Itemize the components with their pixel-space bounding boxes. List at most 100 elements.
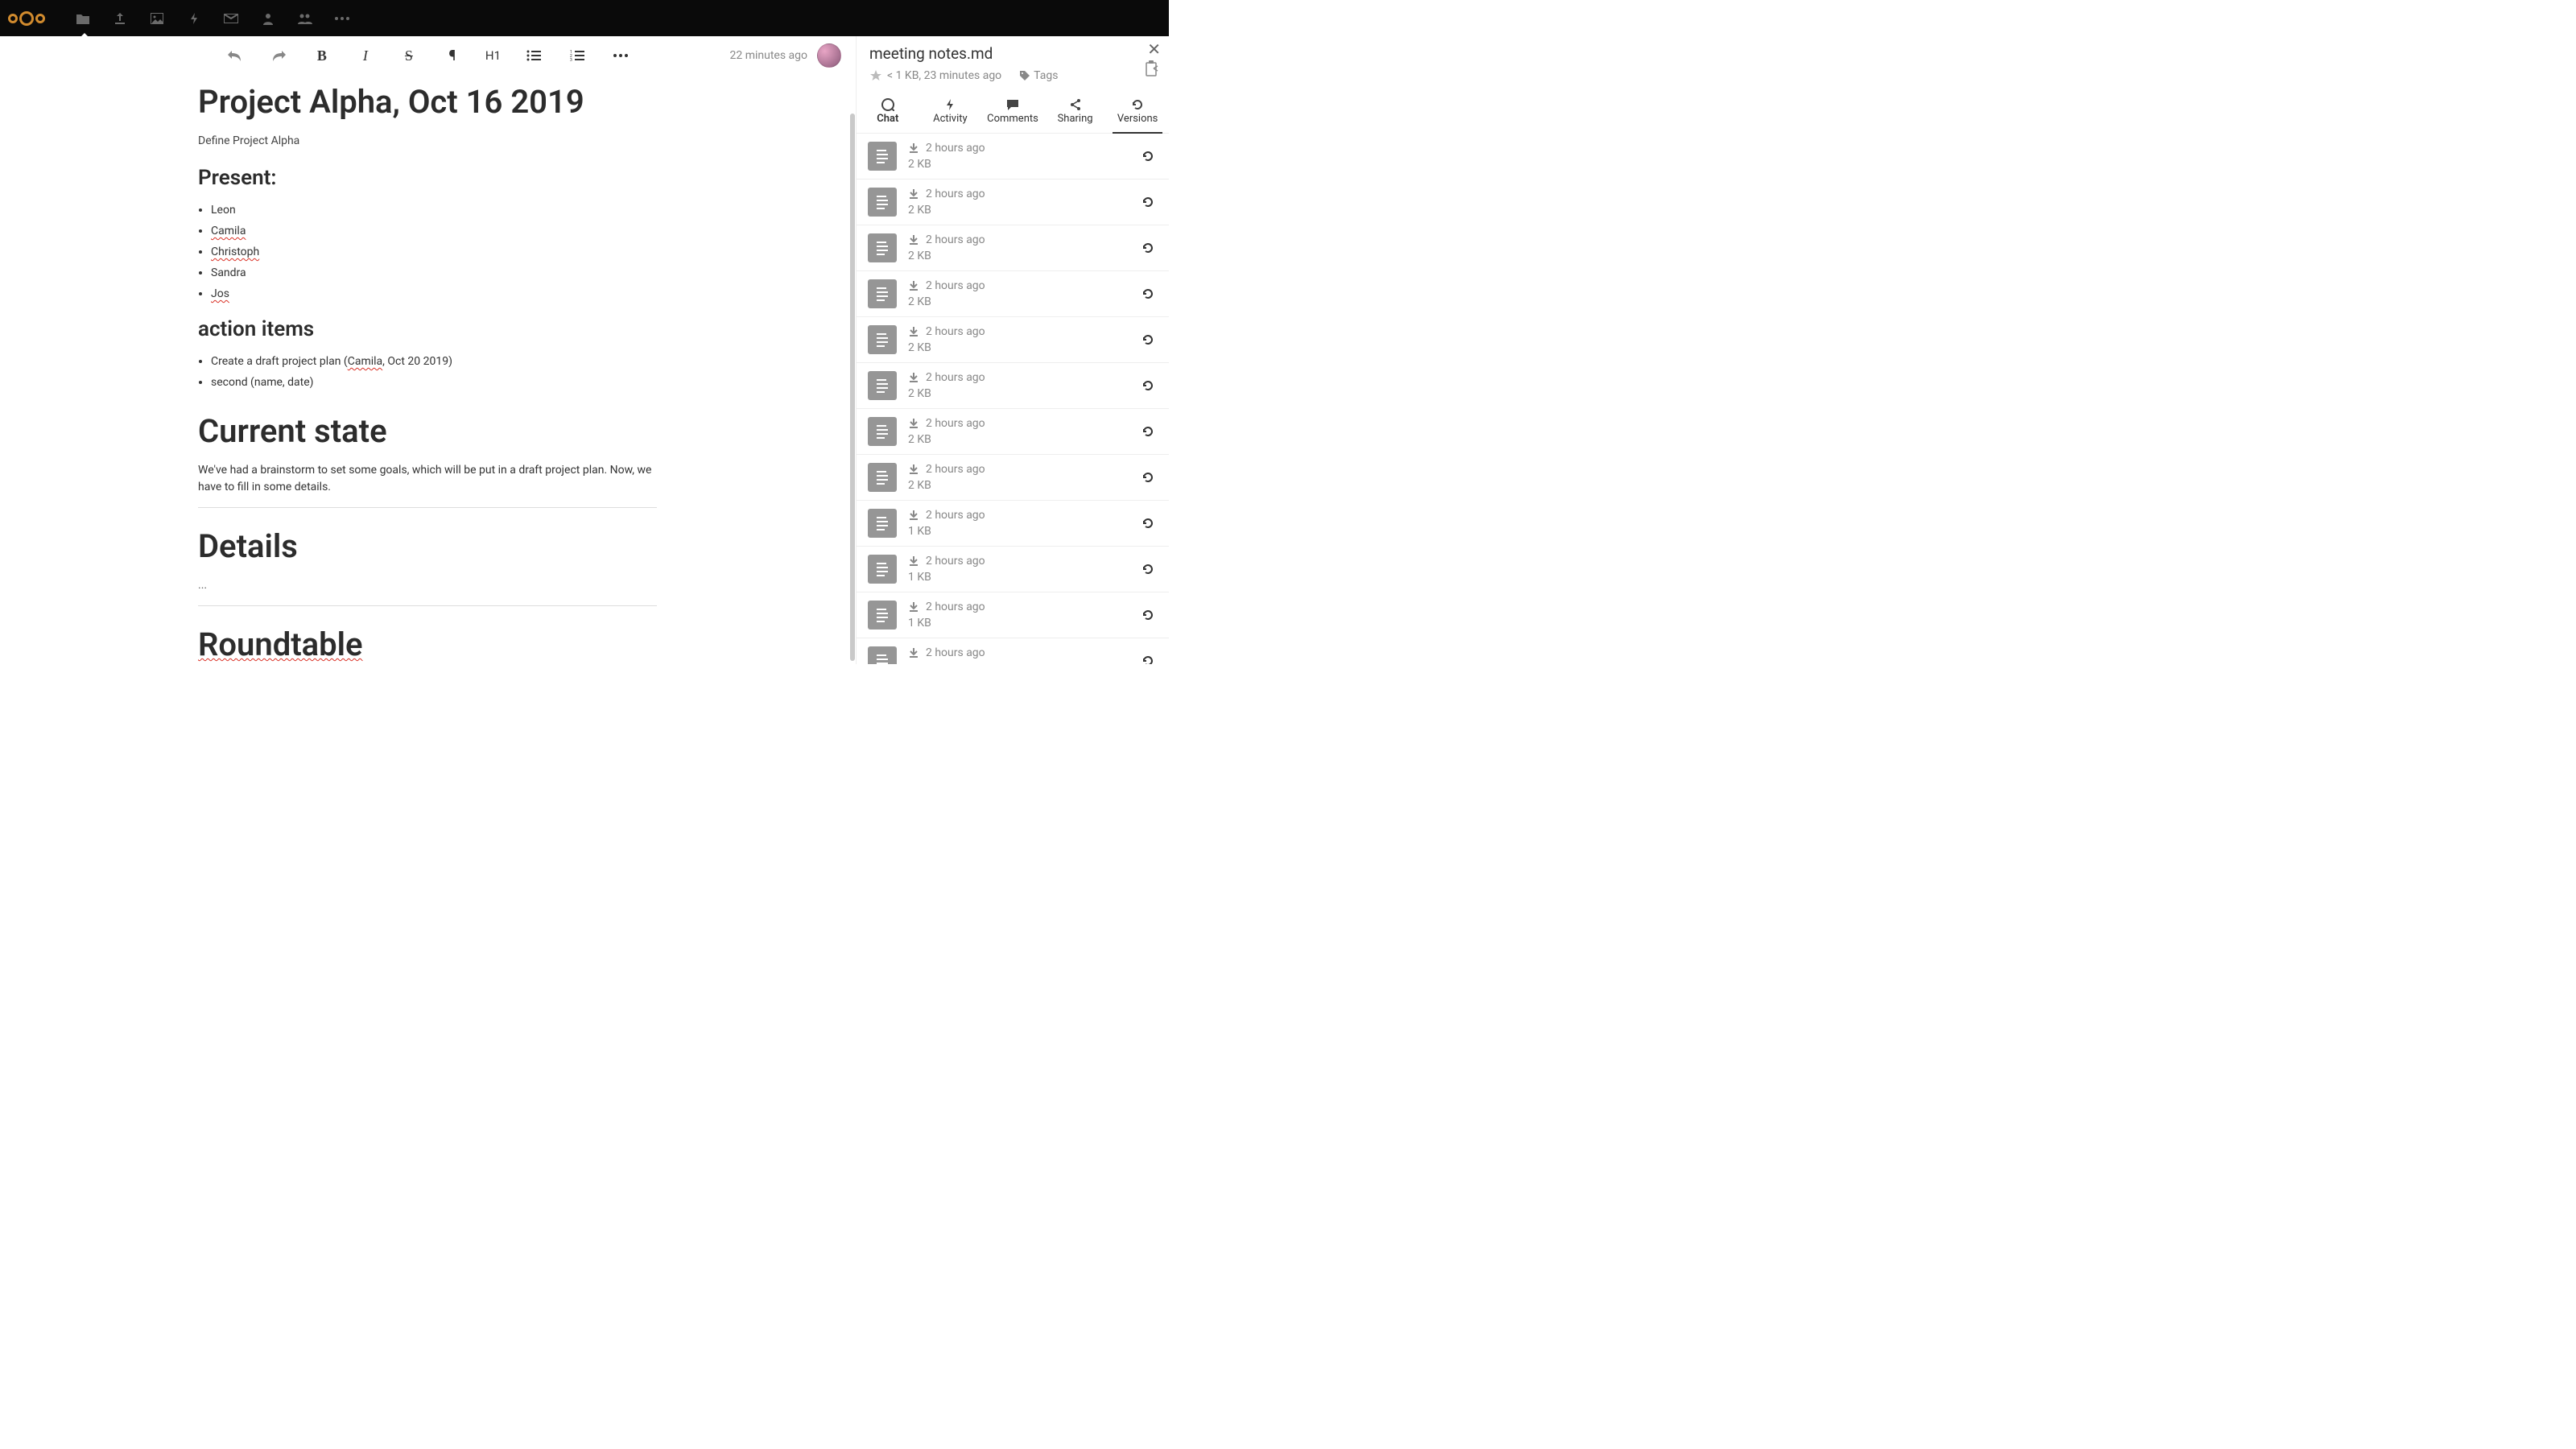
version-item[interactable]: 2 hours ago 2 KB bbox=[857, 225, 1169, 271]
tab-sharing[interactable]: Sharing bbox=[1044, 93, 1107, 133]
download-icon[interactable] bbox=[908, 510, 919, 521]
list-item[interactable]: second (name, date) bbox=[211, 372, 657, 393]
version-item[interactable]: 2 hours ago 2 KB bbox=[857, 363, 1169, 409]
file-icon bbox=[868, 325, 897, 354]
close-icon[interactable]: ✕ bbox=[1147, 41, 1161, 57]
file-icon bbox=[868, 279, 897, 308]
tab-activity[interactable]: Activity bbox=[919, 93, 982, 133]
version-time: 2 hours ago bbox=[926, 233, 985, 246]
file-icon bbox=[868, 233, 897, 262]
version-item[interactable]: 2 hours ago 1 KB bbox=[857, 638, 1169, 664]
ordered-list-button[interactable]: 123 bbox=[564, 42, 591, 69]
details-heading[interactable]: Details bbox=[198, 527, 657, 566]
action-items-list[interactable]: Create a draft project plan (Camila, Oct… bbox=[211, 351, 657, 393]
version-item[interactable]: 2 hours ago 2 KB bbox=[857, 180, 1169, 225]
restore-button[interactable] bbox=[1138, 330, 1158, 349]
user-avatar[interactable] bbox=[817, 43, 841, 68]
download-icon[interactable] bbox=[908, 601, 919, 613]
version-item[interactable]: 2 hours ago 2 KB bbox=[857, 134, 1169, 180]
mail-icon[interactable] bbox=[224, 11, 238, 26]
restore-button[interactable] bbox=[1138, 147, 1158, 166]
list-item[interactable]: Jos bbox=[211, 283, 657, 304]
unordered-list-button[interactable] bbox=[520, 42, 547, 69]
strikethrough-button[interactable]: S bbox=[395, 42, 423, 69]
italic-button[interactable]: I bbox=[352, 42, 379, 69]
activity-icon[interactable] bbox=[187, 11, 201, 26]
current-state-heading[interactable]: Current state bbox=[198, 412, 657, 451]
version-size: 2 KB bbox=[908, 433, 1127, 446]
download-icon[interactable] bbox=[908, 647, 919, 658]
list-item[interactable]: Sandra bbox=[211, 262, 657, 283]
roundtable-heading[interactable]: Roundtable bbox=[198, 625, 657, 664]
vertical-scrollbar[interactable] bbox=[849, 75, 856, 664]
restore-button[interactable] bbox=[1138, 422, 1158, 441]
restore-button[interactable] bbox=[1138, 514, 1158, 533]
tags-button[interactable]: Tags bbox=[1019, 69, 1058, 82]
restore-button[interactable] bbox=[1138, 376, 1158, 395]
tab-comments[interactable]: Comments bbox=[981, 93, 1044, 133]
version-size: 2 KB bbox=[908, 341, 1127, 354]
bold-button[interactable]: B bbox=[308, 42, 336, 69]
restore-button[interactable] bbox=[1138, 559, 1158, 579]
version-item[interactable]: 2 hours ago 2 KB bbox=[857, 455, 1169, 501]
tab-versions[interactable]: Versions bbox=[1106, 93, 1169, 133]
tab-chat[interactable]: Chat bbox=[857, 93, 919, 133]
list-item[interactable]: Create a draft project plan (Camila, Oct… bbox=[211, 351, 657, 372]
action-items-heading[interactable]: action items bbox=[198, 317, 657, 341]
restore-button[interactable] bbox=[1138, 284, 1158, 303]
doc-subtitle[interactable]: Define Project Alpha bbox=[198, 133, 657, 150]
download-icon[interactable] bbox=[908, 188, 919, 200]
download-icon[interactable] bbox=[908, 142, 919, 154]
version-time: 2 hours ago bbox=[926, 463, 985, 476]
doc-title[interactable]: Project Alpha, Oct 16 2019 bbox=[198, 83, 657, 122]
restore-button[interactable] bbox=[1138, 651, 1158, 664]
version-size: 2 KB bbox=[908, 479, 1127, 492]
version-item[interactable]: 2 hours ago 1 KB bbox=[857, 547, 1169, 592]
download-icon[interactable] bbox=[908, 418, 919, 429]
files-icon[interactable] bbox=[76, 11, 90, 26]
restore-button[interactable] bbox=[1138, 238, 1158, 258]
social-icon[interactable] bbox=[298, 11, 312, 26]
download-icon[interactable] bbox=[908, 372, 919, 383]
more-formatting-button[interactable] bbox=[607, 42, 634, 69]
app-logo[interactable] bbox=[8, 11, 45, 26]
star-icon[interactable] bbox=[869, 69, 882, 82]
versions-list[interactable]: 2 hours ago 2 KB 2 hours ago 2 KB 2 ho bbox=[857, 134, 1169, 664]
restore-button[interactable] bbox=[1138, 192, 1158, 212]
list-item[interactable]: Camila bbox=[211, 221, 657, 242]
version-item[interactable]: 2 hours ago 1 KB bbox=[857, 592, 1169, 638]
download-icon[interactable] bbox=[908, 555, 919, 567]
version-size: 1 KB bbox=[908, 617, 1127, 630]
more-icon[interactable] bbox=[335, 11, 349, 26]
download-icon[interactable] bbox=[908, 464, 919, 475]
restore-button[interactable] bbox=[1138, 468, 1158, 487]
version-item[interactable]: 2 hours ago 2 KB bbox=[857, 409, 1169, 455]
paragraph-button[interactable]: ¶ bbox=[439, 42, 466, 69]
download-icon[interactable] bbox=[908, 280, 919, 291]
current-state-body[interactable]: We've had a brainstorm to set some goals… bbox=[198, 462, 657, 496]
clipboard-share-icon[interactable] bbox=[1145, 60, 1161, 76]
list-item[interactable]: Christoph bbox=[211, 242, 657, 262]
document-body[interactable]: Project Alpha, Oct 16 2019 Define Projec… bbox=[0, 75, 856, 664]
list-item[interactable]: Leon bbox=[211, 200, 657, 221]
editor-pane: B I S ¶ H1 123 bbox=[0, 36, 856, 664]
present-list[interactable]: LeonCamilaChristophSandraJos bbox=[211, 200, 657, 304]
present-heading[interactable]: Present: bbox=[198, 166, 657, 190]
top-navigation-bar bbox=[0, 0, 1169, 36]
details-body[interactable]: ... bbox=[198, 577, 657, 594]
download-icon[interactable] bbox=[908, 234, 919, 246]
version-time: 2 hours ago bbox=[926, 555, 985, 568]
upload-icon[interactable] bbox=[113, 11, 127, 26]
redo-button[interactable] bbox=[265, 42, 292, 69]
version-item[interactable]: 2 hours ago 2 KB bbox=[857, 271, 1169, 317]
version-item[interactable]: 2 hours ago 2 KB bbox=[857, 317, 1169, 363]
undo-button[interactable] bbox=[221, 42, 249, 69]
download-icon[interactable] bbox=[908, 326, 919, 337]
gallery-icon[interactable] bbox=[150, 11, 164, 26]
contacts-icon[interactable] bbox=[261, 11, 275, 26]
restore-button[interactable] bbox=[1138, 605, 1158, 625]
last-saved-time: 22 minutes ago bbox=[729, 49, 807, 62]
tag-icon bbox=[1019, 70, 1030, 81]
version-item[interactable]: 2 hours ago 1 KB bbox=[857, 501, 1169, 547]
heading-button[interactable]: H1 bbox=[482, 42, 504, 69]
